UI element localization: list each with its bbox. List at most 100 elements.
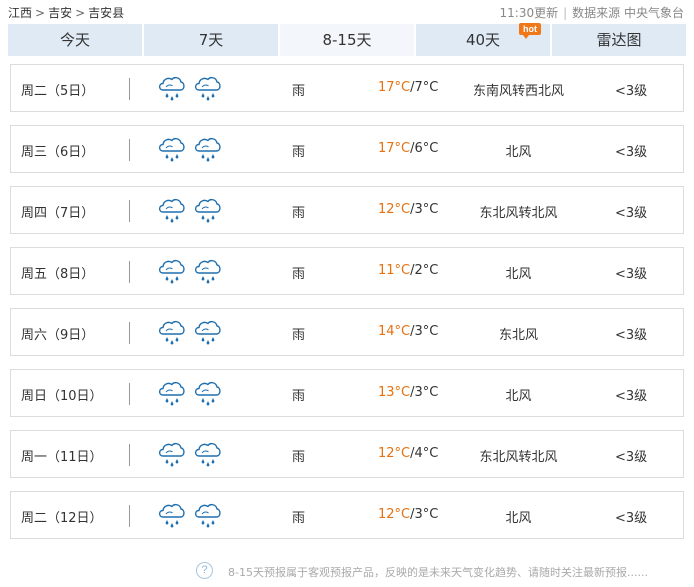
forecast-row: 周二（12日） 雨 12°C/3°C 北风 <3级 [10,491,684,539]
forecast-row: 周三（6日） 雨 17°C/6°C 北风 <3级 [10,125,684,173]
wind-direction: 北风 [505,267,532,282]
cloud-rain-icon [158,320,185,345]
wind-level: <3级 [615,267,648,282]
cloud-rain-icon [158,381,185,406]
wind-level: <3级 [615,450,648,465]
breadcrumb-separator: > [35,6,46,20]
row-divider [129,261,130,283]
breadcrumb: 江西 > 吉安 > 吉安县 [8,4,124,21]
notice-text: 8-15天预报属于客观预报产品，反映的是未来天气变化趋势、请随时关注最新预报..… [228,566,648,579]
wind-direction: 东北风转北风 [479,206,558,221]
temp-high: 13°C [378,385,411,400]
forecast-row: 周四（7日） 雨 12°C/3°C 东北风转北风 <3级 [10,186,684,234]
temperature: 17°C/7°C [378,80,438,95]
tab-today[interactable]: 今天 [8,24,144,56]
temperature: 17°C/6°C [378,141,438,156]
forecast-row: 周六（9日） 雨 14°C/3°C 东北风 <3级 [10,308,684,356]
wind-level: <3级 [615,389,648,404]
top-bar: 江西 > 吉安 > 吉安县 11:30更新 | 数据来源 中央气象台 [0,0,694,24]
wind-level: <3级 [615,84,648,99]
cloud-rain-icon [158,259,185,284]
temp-high: 14°C [378,324,411,339]
forecast-day: 周日（10日） [21,389,103,404]
wind-level: <3级 [615,206,648,221]
cloud-rain-icon [194,442,221,467]
cloud-rain-icon [194,503,221,528]
temperature: 12°C/3°C [378,202,438,217]
cloud-rain-icon [158,198,185,223]
weather-desc: 雨 [292,206,306,221]
weather-icons [156,441,226,469]
weather-desc: 雨 [292,145,306,160]
wind-direction: 北风 [505,389,532,404]
wind-direction: 北风 [505,145,532,160]
forecast-day: 周一（11日） [21,450,103,465]
forecast-row: 周五（8日） 雨 11°C/2°C 北风 <3级 [10,247,684,295]
cloud-rain-icon [194,320,221,345]
wind-direction: 东南风转西北风 [472,84,564,99]
forecast-day: 周五（8日） [21,267,95,282]
forecast-tabs: 今天 7天 8-15天 40天 hot 雷达图 [8,23,686,56]
wind-direction: 北风 [505,511,532,526]
temperature: 11°C/2°C [378,263,438,278]
temp-high: 17°C [378,80,411,95]
weather-icons [156,197,226,225]
temperature: 12°C/4°C [378,446,438,461]
cloud-rain-icon [158,442,185,467]
temperature: 13°C/3°C [378,385,438,400]
cloud-rain-icon [158,76,185,101]
temperature: 14°C/3°C [378,324,438,339]
breadcrumb-county[interactable]: 吉安县 [88,6,124,20]
weather-desc: 雨 [292,450,306,465]
breadcrumb-city[interactable]: 吉安 [48,6,72,20]
forecast-day: 周六（9日） [21,328,95,343]
weather-icons [156,380,226,408]
breadcrumb-province[interactable]: 江西 [8,6,32,20]
row-divider [129,505,130,527]
cloud-rain-icon [158,137,185,162]
weather-icons [156,319,226,347]
temp-high: 12°C [378,507,411,522]
forecast-row: 周日（10日） 雨 13°C/3°C 北风 <3级 [10,369,684,417]
weather-icons [156,75,226,103]
meta-divider: | [563,6,568,20]
weather-desc: 雨 [292,328,306,343]
row-divider [129,444,130,466]
tab-8-15-days[interactable]: 8-15天 [280,24,416,56]
forecast-row: 周二（5日） 雨 17°C/7°C 东南风转西北风 <3级 [10,64,684,112]
temp-high: 12°C [378,446,411,461]
wind-level: <3级 [615,145,648,160]
tab-radar[interactable]: 雷达图 [552,24,686,56]
forecast-list: 周二（5日）雨 17°C/7°C 东南风转西北风 <3级 周三（6日）雨 17°C/6°C… [10,64,684,552]
row-divider [129,200,130,222]
cloud-rain-icon [194,137,221,162]
tab-7-days[interactable]: 7天 [144,24,280,56]
weather-desc: 雨 [292,267,306,282]
weather-icons [156,136,226,164]
weather-icons [156,502,226,530]
row-divider [129,322,130,344]
temperature: 12°C/3°C [378,507,438,522]
cloud-rain-icon [194,381,221,406]
forecast-row: 周一（11日） 雨 12°C/4°C 东北风转北风 <3级 [10,430,684,478]
temp-high: 17°C [378,141,411,156]
cloud-rain-icon [158,503,185,528]
breadcrumb-separator: > [75,6,86,20]
tab-40-days[interactable]: 40天 hot [416,23,552,56]
question-icon[interactable]: ? [196,562,213,579]
weather-desc: 雨 [292,389,306,404]
wind-direction: 东北风转北风 [479,450,558,465]
row-divider [129,383,130,405]
cloud-rain-icon [194,198,221,223]
forecast-day: 周二（12日） [21,511,103,526]
weather-desc: 雨 [292,511,306,526]
update-info: 11:30更新 | 数据来源 中央气象台 [500,4,684,21]
cloud-rain-icon [194,76,221,101]
update-time: 11:30更新 [499,6,559,20]
wind-direction: 东北风 [498,328,538,343]
forecast-day: 周二（5日） [21,84,95,99]
cloud-rain-icon [194,259,221,284]
forecast-day: 周四（7日） [21,206,95,221]
forecast-day: 周三（6日） [21,145,95,160]
row-divider [129,78,130,100]
